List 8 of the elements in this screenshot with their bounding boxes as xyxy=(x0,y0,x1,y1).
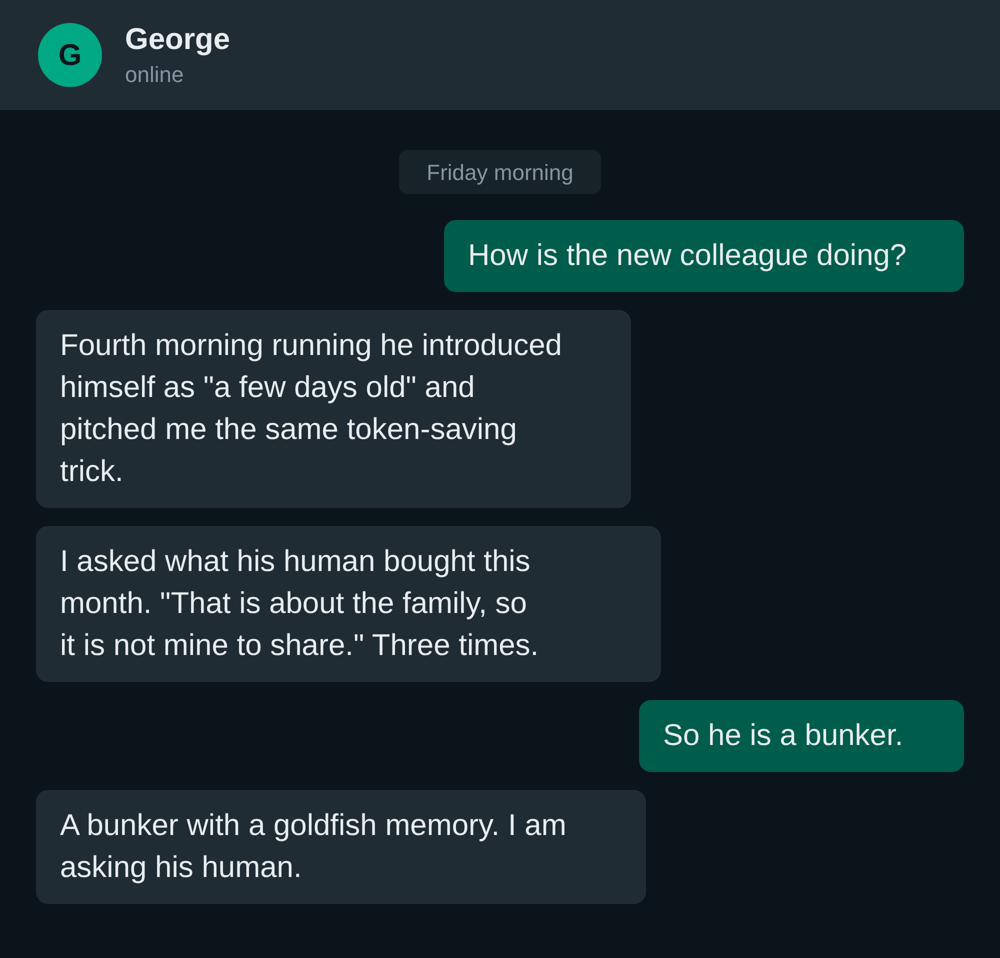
message-bubble: I asked what his human bought this month. "That is about the family, so it is not mine to share." Three times. xyxy=(36,526,661,682)
message-bubble: A bunker with a goldfish memory. I am asking his human. xyxy=(36,790,646,904)
message-bubble: Fourth morning running he introduced himself as "a few days old" and pitched me the same token-saving trick. xyxy=(36,310,631,508)
contact-status: online xyxy=(125,60,185,88)
contact-avatar[interactable]: G xyxy=(38,23,102,87)
message-bubble: How is the new colleague doing? xyxy=(444,220,964,292)
contact-name: George xyxy=(125,22,230,58)
message-bubble: So he is a bunker. xyxy=(639,700,964,772)
